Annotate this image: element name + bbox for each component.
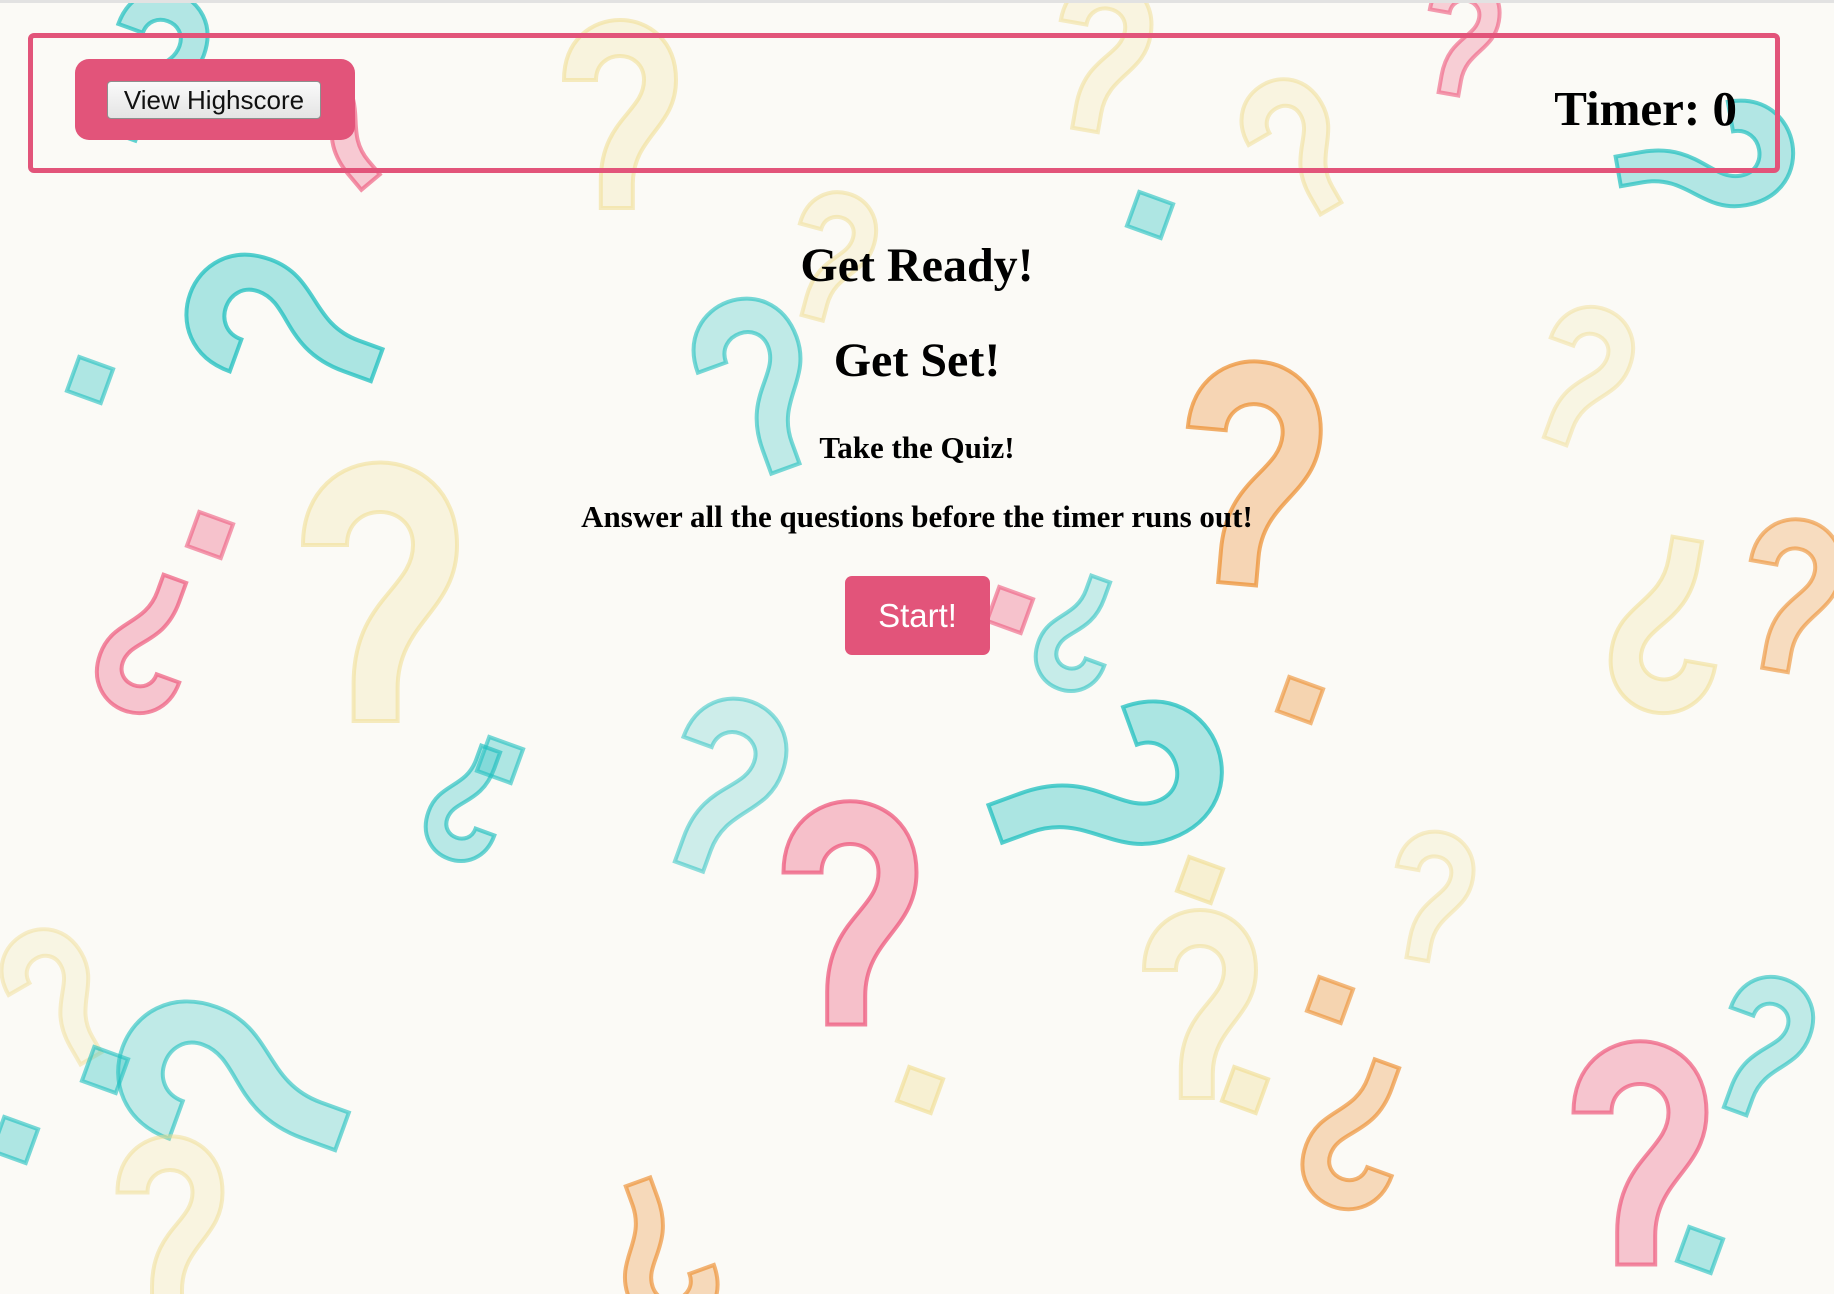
quiz-instructions: Answer all the questions before the time… <box>581 499 1253 534</box>
question-mark-shape <box>1602 530 1736 722</box>
start-button[interactable]: Start! <box>845 576 990 655</box>
quiz-subtitle: Take the Quiz! <box>819 430 1015 465</box>
dot-shape <box>1124 189 1176 241</box>
timer-display: Timer: 0 <box>1554 80 1737 137</box>
question-mark-shape <box>781 799 919 1027</box>
question-mark-shape <box>1023 564 1134 703</box>
heading-get-ready: Get Ready! <box>800 239 1034 292</box>
dot-shape <box>984 584 1036 636</box>
highscore-container: View Highscore <box>75 59 355 140</box>
window-top-border <box>0 0 1834 3</box>
dot-shape <box>1274 674 1326 726</box>
question-mark-shape <box>118 1136 223 1294</box>
view-highscore-button[interactable]: View Highscore <box>107 81 321 119</box>
question-mark-shape <box>590 1165 733 1294</box>
dot-shape <box>0 1114 41 1166</box>
question-mark-shape <box>1730 510 1834 681</box>
dot-shape <box>1304 974 1356 1026</box>
question-mark-shape <box>1695 963 1828 1129</box>
top-bar: View Highscore Timer: 0 <box>28 33 1780 173</box>
dot-shape <box>1219 1064 1271 1116</box>
question-mark-shape <box>1287 1045 1430 1224</box>
dot-shape <box>1174 854 1226 906</box>
heading-get-set: Get Set! <box>833 334 1001 387</box>
dot-shape <box>1674 1224 1726 1276</box>
question-mark-shape <box>82 561 215 727</box>
question-mark-shape <box>1172 353 1329 592</box>
question-mark-shape <box>1379 823 1482 969</box>
dot-shape <box>894 1064 946 1116</box>
timer-label: Timer: <box>1554 81 1701 136</box>
timer-value: 0 <box>1712 81 1738 136</box>
question-mark-shape <box>642 684 801 886</box>
